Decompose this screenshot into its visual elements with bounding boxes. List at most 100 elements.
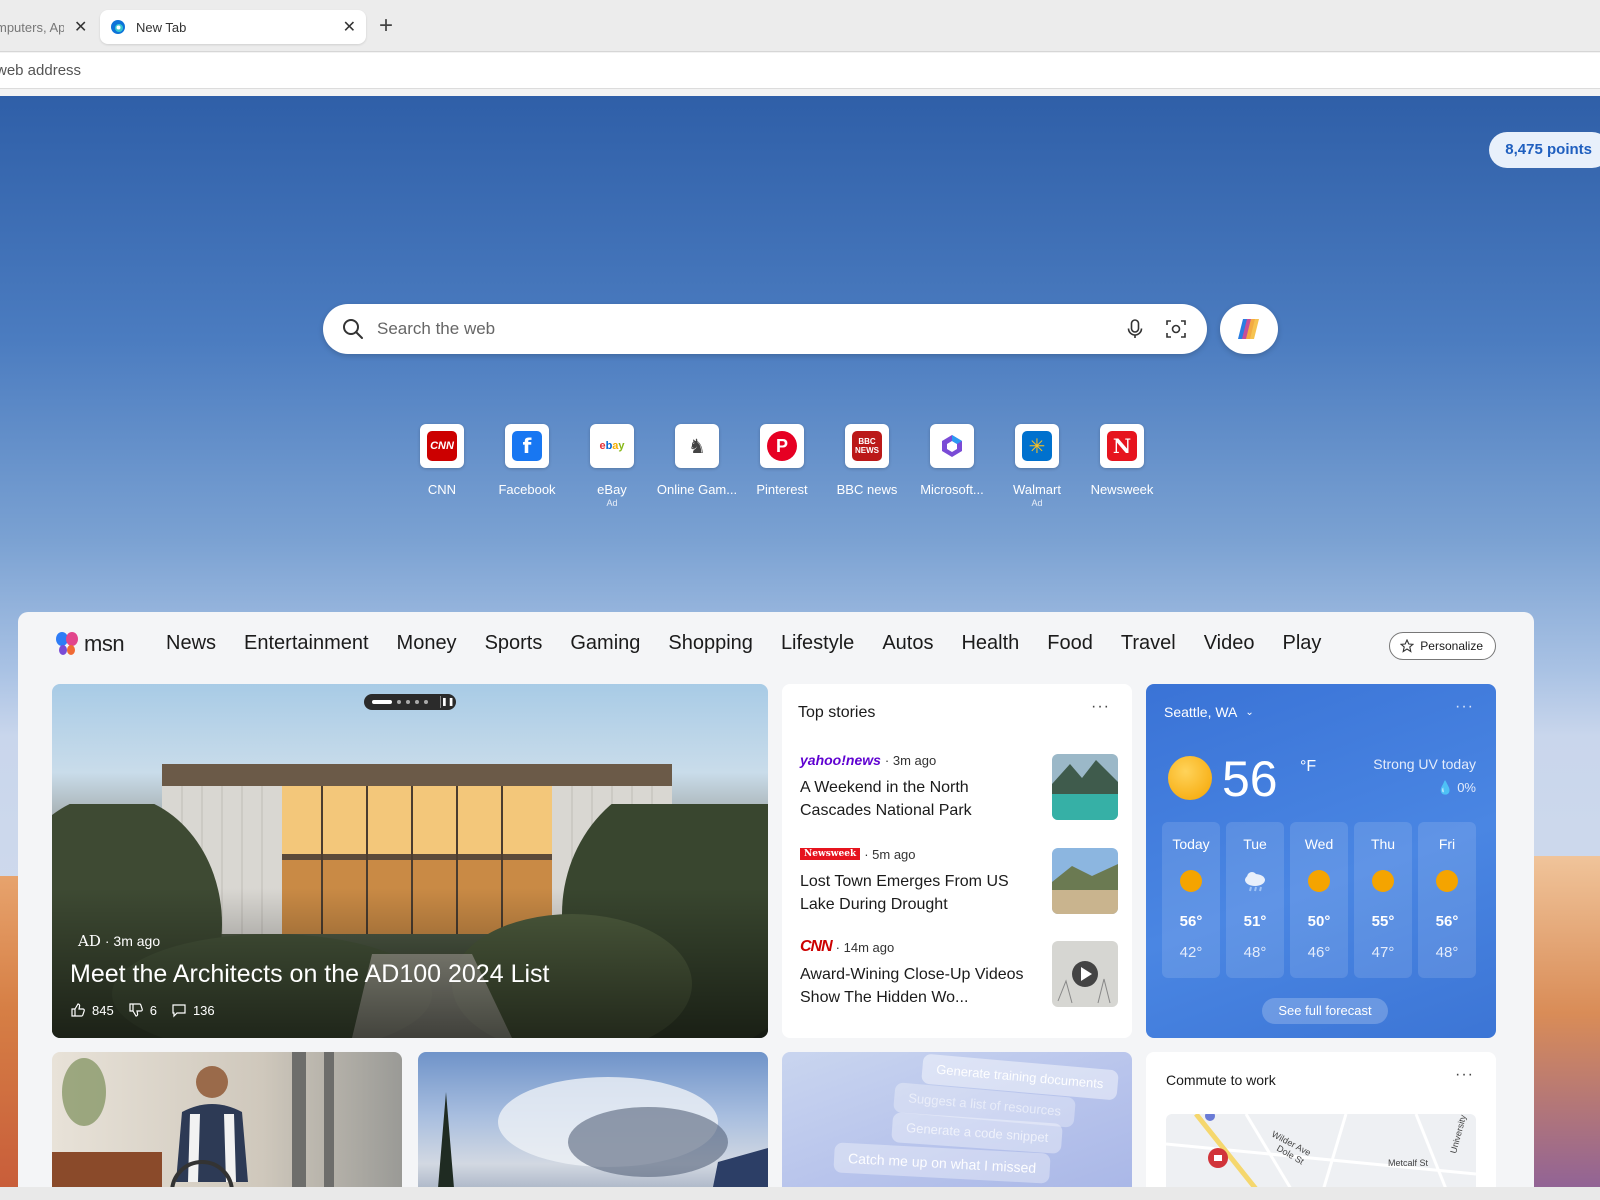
quick-link-facebook[interactable]: f Facebook [485,424,569,497]
quick-link-walmart[interactable]: ✳ Walmart Ad [995,424,1079,508]
more-options-icon[interactable]: ··· [1091,698,1110,716]
close-icon[interactable]: ✕ [74,17,87,37]
chevron-down-icon: ⌄ [1245,706,1254,718]
search-input[interactable]: Search the web [377,319,495,339]
msn-feed: msn News Entertainment Money Sports Gami… [18,612,1534,1200]
microphone-icon[interactable] [1123,317,1147,341]
nav-item-gaming[interactable]: Gaming [570,632,640,655]
see-full-forecast-button[interactable]: See full forecast [1262,998,1388,1024]
video-card[interactable] [418,1052,768,1200]
copilot-icon [1238,319,1259,339]
nav-item-entertainment[interactable]: Entertainment [244,632,369,655]
carousel-pager[interactable]: ❚❚ [364,694,456,710]
nav-item-play[interactable]: Play [1283,632,1322,655]
nav-item-lifestyle[interactable]: Lifestyle [781,632,854,655]
dislike-count: 6 [149,1002,157,1018]
quick-link-ebay[interactable]: ebay eBay Ad [570,424,654,508]
forecast-low: 47° [1371,944,1395,961]
pager-dot[interactable] [424,700,428,704]
newsweek-logo: Newsweek [800,848,861,860]
ad-label: Ad [606,498,618,508]
nav-item-health[interactable]: Health [961,632,1019,655]
story-time: · 5m ago [864,846,916,862]
pause-icon[interactable]: ❚❚ [440,696,454,708]
msn-butterfly-icon [56,632,78,655]
visual-search-icon[interactable] [1164,317,1188,341]
hero-title[interactable]: Meet the Architects on the AD100 2024 Li… [70,960,549,989]
tab-inactive[interactable]: mputers, Ap ✕ [0,10,94,44]
temperature-unit[interactable]: °F [1300,758,1316,776]
forecast-low: 42° [1179,944,1203,961]
close-icon[interactable]: ✕ [343,17,356,37]
new-tab-button[interactable]: + [374,14,398,40]
more-options-icon[interactable]: ··· [1455,698,1474,716]
pager-dot[interactable] [397,700,401,704]
forecast-day[interactable]: Tue 51° 48° [1226,822,1284,978]
new-tab-page: 8,475 points Search the web CNN CNN f Fa… [0,96,1600,1200]
forecast-high: 56° [1179,913,1203,930]
quick-link-newsweek[interactable]: N Newsweek [1080,424,1164,497]
story-thumbnail [1052,848,1118,914]
personalize-button[interactable]: Personalize [1389,632,1496,660]
copilot-promo-card[interactable]: Generate training documents Suggest a li… [782,1052,1132,1200]
address-text: web address [0,62,82,79]
forecast-day[interactable]: Today 56° 42° [1162,822,1220,978]
forecast-day-name: Wed [1304,836,1334,852]
quick-link-bbc-news[interactable]: BBC NEWS BBC news [825,424,909,497]
like-button[interactable]: 845 [70,1002,114,1018]
story-item[interactable]: Newsweek · 5m ago Lost Town Emerges From… [800,844,1118,924]
nav-item-news[interactable]: News [166,632,216,655]
pager-dot[interactable] [415,700,419,704]
commute-card[interactable]: Commute to work ··· Wilder Ave Dole St M… [1146,1052,1496,1200]
forecast-day[interactable]: Fri 56° 48° [1418,822,1476,978]
personalize-label: Personalize [1420,639,1483,653]
quick-link-online-games[interactable]: ♞ Online Gam... [655,424,739,497]
story-headline[interactable]: Lost Town Emerges From US Lake During Dr… [800,870,1036,916]
weather-condition: Strong UV today [1373,756,1476,772]
copilot-button[interactable] [1220,304,1278,354]
address-input[interactable]: web address [0,62,81,79]
pager-dot[interactable] [372,700,392,704]
forecast-day[interactable]: Thu 55° 47° [1354,822,1412,978]
tab-new-tab[interactable]: New Tab ✕ [100,10,366,44]
nav-item-money[interactable]: Money [397,632,457,655]
weather-location[interactable]: Seattle, WA ⌄ [1164,704,1254,720]
forecast-high: 50° [1307,913,1331,930]
dislike-button[interactable]: 6 [128,1002,157,1018]
comments-button[interactable]: 136 [171,1002,215,1018]
story-headline[interactable]: A Weekend in the North Cascades National… [800,776,1036,822]
story-item[interactable]: CNN · 14m ago Award-Wining Close-Up Vide… [800,937,1118,1017]
rewards-points-badge[interactable]: 8,475 points [1489,132,1600,168]
story-time: · 3m ago [884,752,937,768]
quick-link-label: Newsweek [1090,482,1154,497]
quick-link-microsoft[interactable]: Microsoft... [910,424,994,497]
nav-item-video[interactable]: Video [1204,632,1255,655]
star-settings-icon [1400,639,1415,653]
nav-item-sports[interactable]: Sports [485,632,543,655]
hero-card[interactable]: ❚❚ AD · 3m ago Meet the Architects on th… [52,684,768,1038]
article-card[interactable] [52,1052,402,1200]
weather-card[interactable]: Seattle, WA ⌄ ··· 56 °F Strong UV today … [1146,684,1496,1038]
forecast-day[interactable]: Wed 50° 46° [1290,822,1348,978]
nav-item-travel[interactable]: Travel [1121,632,1176,655]
forecast-day-name: Today [1172,836,1210,852]
pager-dot[interactable] [406,700,410,704]
quick-link-pinterest[interactable]: P Pinterest [740,424,824,497]
background-scenery [1530,856,1600,1200]
forecast-row: Today 56° 42° Tue 51° 48° Wed 50° 46° Th… [1162,822,1482,978]
edge-icon [111,20,125,34]
story-headline[interactable]: Award-Wining Close-Up Videos Show The Hi… [800,963,1036,1009]
quick-link-cnn[interactable]: CNN CNN [400,424,484,497]
sunny-icon [1308,870,1330,892]
precipitation: 💧 0% [1437,780,1476,796]
msn-logo[interactable]: msn [54,630,125,658]
top-stories-card: Top stories ··· yahoo!news · 3m ago A We… [782,684,1132,1038]
more-options-icon[interactable]: ··· [1455,1066,1474,1084]
nav-item-shopping[interactable]: Shopping [668,632,753,655]
search-box[interactable]: Search the web [323,304,1207,354]
yahoo-news-logo: yahoo!news [800,752,881,768]
story-item[interactable]: yahoo!news · 3m ago A Weekend in the Nor… [800,750,1118,830]
nav-item-food[interactable]: Food [1047,632,1093,655]
nav-item-autos[interactable]: Autos [882,632,933,655]
address-bar[interactable]: web address [0,53,1600,89]
